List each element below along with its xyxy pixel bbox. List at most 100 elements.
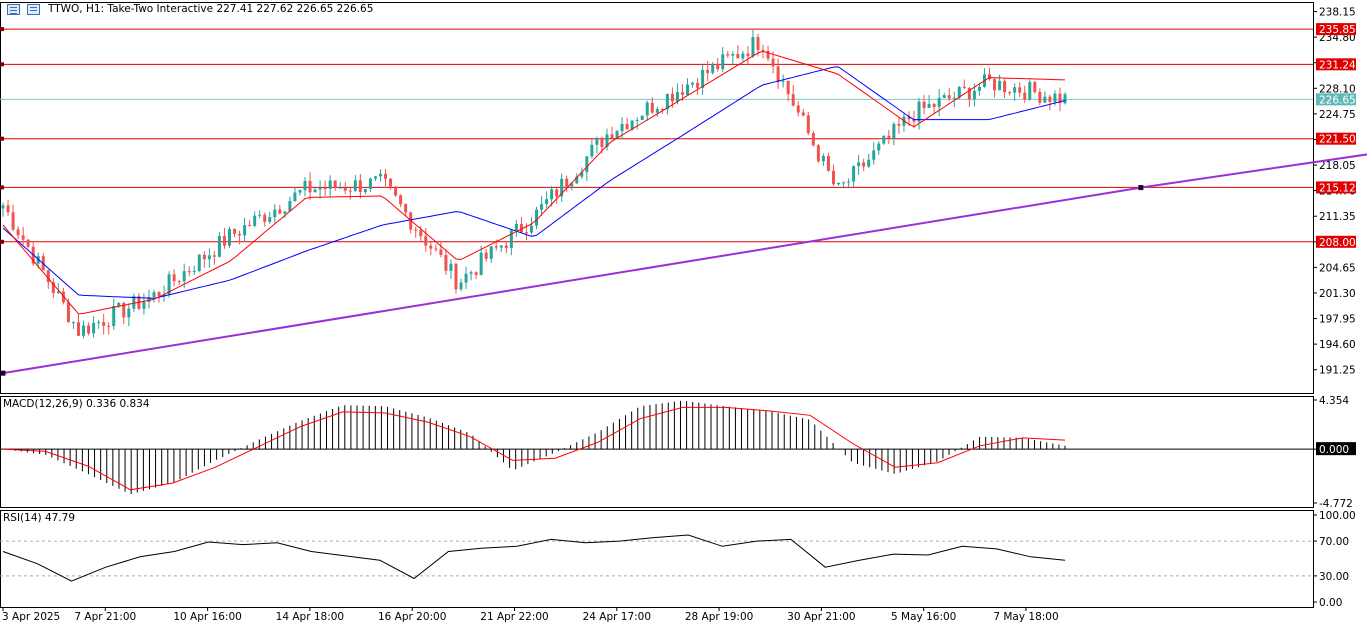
candle-body bbox=[313, 189, 317, 193]
candle-body bbox=[545, 199, 549, 205]
candle-body bbox=[595, 138, 599, 145]
candle-body bbox=[1003, 80, 1007, 93]
candle-body bbox=[882, 135, 886, 144]
candle-body bbox=[862, 162, 866, 167]
candle-body bbox=[610, 134, 614, 139]
time-axis-label: 5 May 16:00 bbox=[891, 611, 956, 623]
candle-body bbox=[11, 212, 15, 230]
candle-body bbox=[404, 204, 408, 213]
candle-body bbox=[268, 217, 272, 222]
candle-body bbox=[1018, 87, 1022, 93]
price-axis-label: 238.15 bbox=[1319, 7, 1356, 19]
rsi-axis-label: 100.00 bbox=[1319, 510, 1356, 522]
candle-body bbox=[1033, 82, 1037, 93]
candle-body bbox=[645, 102, 649, 116]
candle-body bbox=[273, 209, 277, 218]
candle-body bbox=[711, 64, 715, 73]
candle-body bbox=[464, 273, 468, 283]
candle-body bbox=[716, 64, 720, 70]
candle-body bbox=[887, 135, 891, 138]
candle-body bbox=[726, 54, 730, 56]
candle-body bbox=[922, 101, 926, 108]
macd-title: MACD(12,26,9) 0.336 0.834 bbox=[3, 398, 150, 410]
candle-body bbox=[816, 145, 820, 162]
candle-body bbox=[494, 246, 498, 248]
candle-body bbox=[212, 255, 216, 257]
candle-body bbox=[484, 252, 488, 259]
candle-body bbox=[897, 123, 901, 126]
candle-body bbox=[837, 182, 841, 185]
candle-body bbox=[197, 254, 201, 272]
candle-body bbox=[1008, 92, 1012, 94]
candle-body bbox=[358, 180, 362, 193]
candle-body bbox=[384, 173, 388, 179]
candle-body bbox=[202, 254, 206, 260]
candle-body bbox=[746, 53, 750, 57]
candle-body bbox=[399, 195, 403, 205]
candle-body bbox=[222, 235, 226, 246]
time-axis-label: 7 May 18:00 bbox=[993, 611, 1058, 623]
candle-body bbox=[1043, 96, 1047, 103]
candle-body bbox=[258, 214, 262, 216]
candle-body bbox=[675, 92, 679, 102]
time-axis-label: 14 Apr 18:00 bbox=[276, 611, 344, 623]
candle-body bbox=[796, 105, 800, 113]
price-level-label: 208.00 bbox=[1319, 237, 1356, 249]
candle-body bbox=[26, 239, 30, 247]
candle-body bbox=[852, 166, 856, 182]
candle-body bbox=[786, 80, 790, 95]
candle-body bbox=[535, 209, 539, 226]
price-axis-label: 194.60 bbox=[1319, 339, 1356, 351]
candle-body bbox=[328, 180, 332, 189]
candle-body bbox=[459, 282, 463, 290]
candle-body bbox=[308, 180, 312, 193]
candle-body bbox=[248, 225, 252, 227]
candle-body bbox=[142, 301, 146, 309]
candle-body bbox=[207, 255, 211, 260]
candle-body bbox=[620, 123, 624, 132]
candle-body bbox=[373, 176, 377, 179]
candle-body bbox=[1038, 92, 1042, 103]
time-axis-label: 21 Apr 22:00 bbox=[480, 611, 548, 623]
candle-body bbox=[655, 109, 659, 113]
price-level-label: 215.12 bbox=[1319, 182, 1356, 194]
candle-body bbox=[499, 245, 503, 248]
candle-body bbox=[333, 180, 337, 188]
candle-body bbox=[293, 192, 297, 201]
candle-body bbox=[761, 49, 765, 51]
candle-body bbox=[76, 322, 80, 336]
candle-body bbox=[243, 225, 247, 236]
candle-body bbox=[686, 84, 690, 95]
candle-body bbox=[937, 97, 941, 108]
candle-body bbox=[71, 322, 75, 324]
tenkan-line bbox=[2, 50, 1066, 315]
candle-body bbox=[927, 103, 931, 108]
candle-body bbox=[892, 123, 896, 138]
candle-body bbox=[811, 132, 815, 146]
candle-body bbox=[842, 182, 846, 184]
candle-body bbox=[414, 229, 418, 231]
trading-chart[interactable]: 238.15234.80231.45228.10224.75221.40218.… bbox=[0, 0, 1367, 625]
candle-body bbox=[363, 188, 367, 193]
candle-body bbox=[82, 325, 86, 336]
candle-body bbox=[756, 37, 760, 50]
macd-signal-line bbox=[2, 406, 1066, 491]
candle-body bbox=[16, 229, 20, 236]
candle-body bbox=[555, 189, 559, 197]
candle-body bbox=[625, 123, 629, 130]
candle-body bbox=[318, 188, 322, 190]
rsi-axis-label: 0.00 bbox=[1319, 597, 1342, 609]
time-axis-label: 28 Apr 19:00 bbox=[685, 611, 753, 623]
candle-body bbox=[66, 302, 70, 323]
candle-body bbox=[590, 144, 594, 157]
candle-body bbox=[550, 189, 554, 200]
candle-body bbox=[952, 97, 956, 99]
macd-axis-label: 0.000 bbox=[1319, 444, 1349, 456]
price-axis-label: 191.25 bbox=[1319, 365, 1356, 377]
candle-body bbox=[993, 79, 997, 91]
price-axis-label: 201.30 bbox=[1319, 288, 1356, 300]
candle-body bbox=[227, 228, 231, 246]
macd-axis-label: -4.772 bbox=[1319, 498, 1353, 510]
candle-body bbox=[107, 325, 111, 327]
candle-body bbox=[826, 156, 830, 171]
